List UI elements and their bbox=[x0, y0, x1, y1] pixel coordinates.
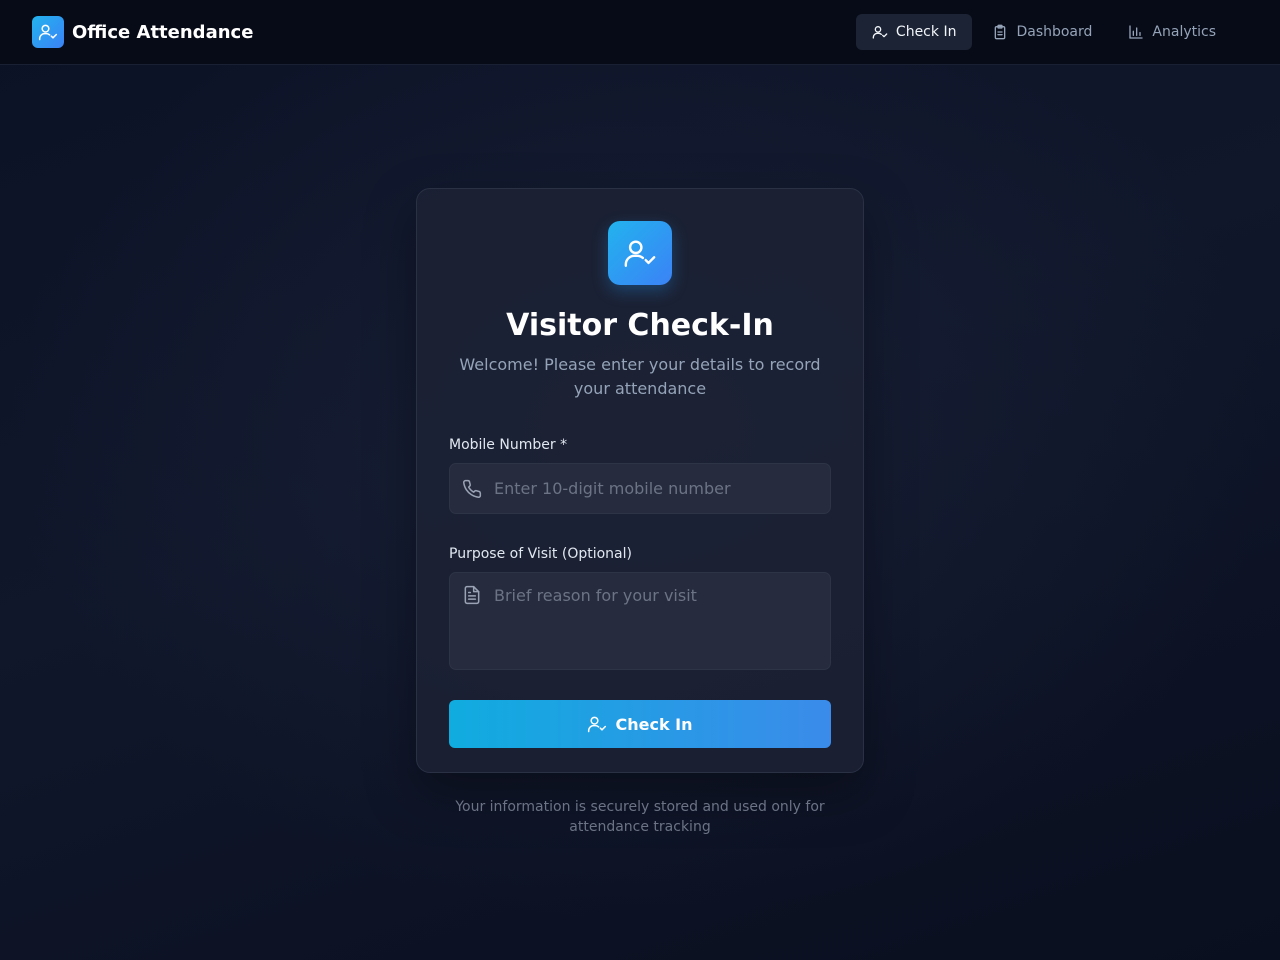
page-title: Visitor Check-In bbox=[506, 308, 774, 343]
mobile-number-field[interactable]: Enter 10-digit mobile number bbox=[449, 463, 831, 514]
nav-analytics[interactable]: Analytics bbox=[1112, 14, 1232, 50]
user-check-icon bbox=[608, 221, 672, 285]
privacy-note: Your information is securely stored and … bbox=[455, 799, 825, 835]
user-check-icon bbox=[588, 716, 607, 733]
check-in-button[interactable]: Check In bbox=[449, 700, 831, 748]
nav-check-in-label: Check In bbox=[895, 24, 957, 40]
clipboard-icon bbox=[995, 24, 1006, 40]
nav-analytics-label: Analytics bbox=[1152, 24, 1216, 40]
page-subtitle: Welcome! Please enter your details to re… bbox=[459, 355, 821, 398]
document-icon bbox=[464, 585, 480, 605]
mobile-number-placeholder: Enter 10-digit mobile number bbox=[494, 479, 731, 498]
brand[interactable]: Office Attendance bbox=[32, 16, 253, 48]
purpose-placeholder: Brief reason for your visit bbox=[494, 586, 697, 605]
top-navbar: Office Attendance Check In Dashboard Ana… bbox=[0, 0, 1280, 65]
nav-check-in[interactable]: Check In bbox=[855, 14, 973, 50]
mobile-number-label: Mobile Number * bbox=[449, 437, 568, 453]
nav-dashboard-label: Dashboard bbox=[1016, 24, 1093, 40]
purpose-field[interactable]: Brief reason for your visit bbox=[449, 572, 831, 670]
check-in-button-label: Check In bbox=[615, 714, 693, 734]
check-in-card: Visitor Check-In Welcome! Please enter y… bbox=[416, 188, 864, 773]
bar-chart-icon bbox=[1129, 25, 1144, 39]
app-title: Office Attendance bbox=[72, 21, 254, 43]
main-nav: Check In Dashboard Analytics bbox=[855, 14, 1232, 50]
phone-icon bbox=[463, 479, 482, 498]
user-check-icon bbox=[872, 26, 888, 39]
nav-dashboard[interactable]: Dashboard bbox=[976, 14, 1108, 50]
purpose-label: Purpose of Visit (Optional) bbox=[449, 546, 632, 562]
user-check-icon bbox=[32, 16, 64, 48]
